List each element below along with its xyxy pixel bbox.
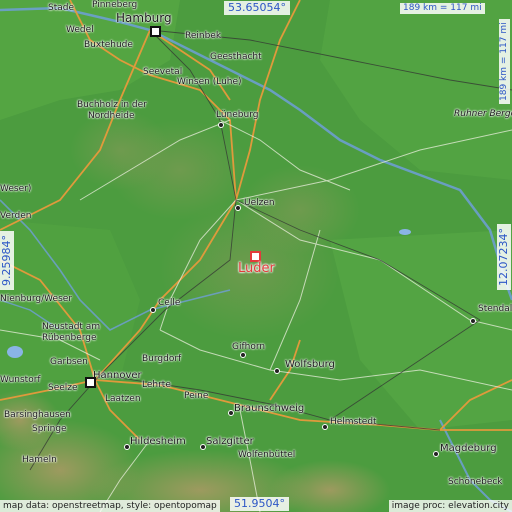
place-label-stade[interactable]: Stade	[48, 4, 74, 13]
place-label-schonebeck[interactable]: Schönebeck	[448, 478, 503, 487]
place-label-salzgitter[interactable]: Salzgitter	[206, 437, 254, 447]
place-label-hannover[interactable]: Hannover	[93, 371, 142, 381]
town-marker-braunschweig	[228, 410, 234, 416]
place-label-wolfenbuttel[interactable]: Wolfenbüttel	[238, 451, 295, 460]
place-label-hildesheim[interactable]: Hildesheim	[130, 437, 186, 447]
town-marker-wolfsburg	[274, 368, 280, 374]
place-label-wolfsburg[interactable]: Wolfsburg	[285, 360, 335, 370]
place-label-gifhorn[interactable]: Gifhorn	[232, 343, 265, 352]
place-label-nienburg[interactable]: Nienburg/Weser	[0, 295, 72, 304]
place-label-peine[interactable]: Peine	[184, 392, 208, 401]
map-canvas[interactable]: Stade Pinneberg Hamburg Wedel Reinbek Bu…	[0, 0, 512, 512]
town-marker-uelzen	[235, 205, 241, 211]
town-marker-salzgitter	[200, 444, 206, 450]
place-label-hameln[interactable]: Hameln	[22, 456, 57, 465]
town-marker-stendal	[470, 318, 476, 324]
town-marker-luneburg	[218, 122, 224, 128]
place-label-buchholz-1[interactable]: Buchholz in der	[77, 101, 147, 110]
horizontal-scale-label: 189 km = 117 mi	[400, 3, 485, 14]
place-label-buxtehude[interactable]: Buxtehude	[84, 41, 133, 50]
bottom-latitude-label: 51.9504°	[230, 497, 289, 512]
place-label-reinbek[interactable]: Reinbek	[185, 32, 221, 41]
place-label-verden[interactable]: Verden	[0, 212, 32, 221]
place-label-geesthacht[interactable]: Geesthacht	[210, 53, 262, 62]
town-marker-helmstedt	[322, 424, 328, 430]
place-label-lehrte[interactable]: Lehrte	[142, 381, 171, 390]
town-marker-magdeburg	[433, 451, 439, 457]
city-marker-hamburg	[150, 26, 161, 37]
place-label-helmstedt[interactable]: Helmstedt	[330, 418, 377, 427]
place-label-magdeburg[interactable]: Magdeburg	[440, 444, 497, 454]
place-label-celle[interactable]: Celle	[158, 299, 180, 308]
place-label-buchholz-2[interactable]: Nordheide	[88, 112, 135, 121]
place-label-seevetal[interactable]: Seevetal	[143, 68, 182, 77]
vertical-scale-label: 189 km = 117 mi	[499, 19, 510, 104]
place-label-ruhner-berge[interactable]: Ruhner Berge	[454, 110, 512, 119]
right-longitude-label: 12.07234°	[497, 224, 512, 290]
place-label-garbsen[interactable]: Garbsen	[50, 358, 88, 367]
place-label-wedel[interactable]: Wedel	[66, 26, 94, 35]
place-label-pinneberg[interactable]: Pinneberg	[92, 1, 137, 10]
place-label-wunstorf[interactable]: Wunstorf	[0, 376, 41, 385]
place-label-seelze[interactable]: Seelze	[48, 384, 78, 393]
place-label-barsinghausen[interactable]: Barsinghausen	[4, 411, 71, 420]
place-label-uelzen[interactable]: Uelzen	[244, 199, 275, 208]
place-label-springe[interactable]: Springe	[32, 425, 67, 434]
image-proc-credit: image proc: elevation.city	[388, 500, 512, 512]
place-label-burgdorf[interactable]: Burgdorf	[142, 355, 181, 364]
place-label-braunschweig[interactable]: Braunschweig	[234, 404, 304, 414]
place-label-winsen[interactable]: Winsen (Luhe)	[177, 78, 242, 87]
place-label-stendal[interactable]: Stendal	[478, 305, 512, 314]
map-data-credit: map data: openstreetmap, style: opentopo…	[0, 500, 220, 512]
place-label-luneburg[interactable]: Lüneburg	[216, 111, 258, 120]
target-location-label[interactable]: Luder	[238, 262, 275, 275]
city-marker-hannover	[85, 377, 96, 388]
place-label-hamburg[interactable]: Hamburg	[116, 12, 172, 24]
top-latitude-label: 53.65054°	[224, 1, 290, 16]
town-marker-gifhorn	[240, 352, 246, 358]
town-marker-hildesheim	[124, 444, 130, 450]
place-label-laatzen[interactable]: Laatzen	[105, 395, 141, 404]
town-marker-celle	[150, 307, 156, 313]
place-label-neustadt-2[interactable]: Rübenberge	[42, 334, 97, 343]
place-label-neustadt-1[interactable]: Neustadt am	[42, 323, 100, 332]
left-longitude-label: 9.25984°	[0, 231, 15, 290]
place-label-weser[interactable]: Weser)	[0, 185, 31, 194]
